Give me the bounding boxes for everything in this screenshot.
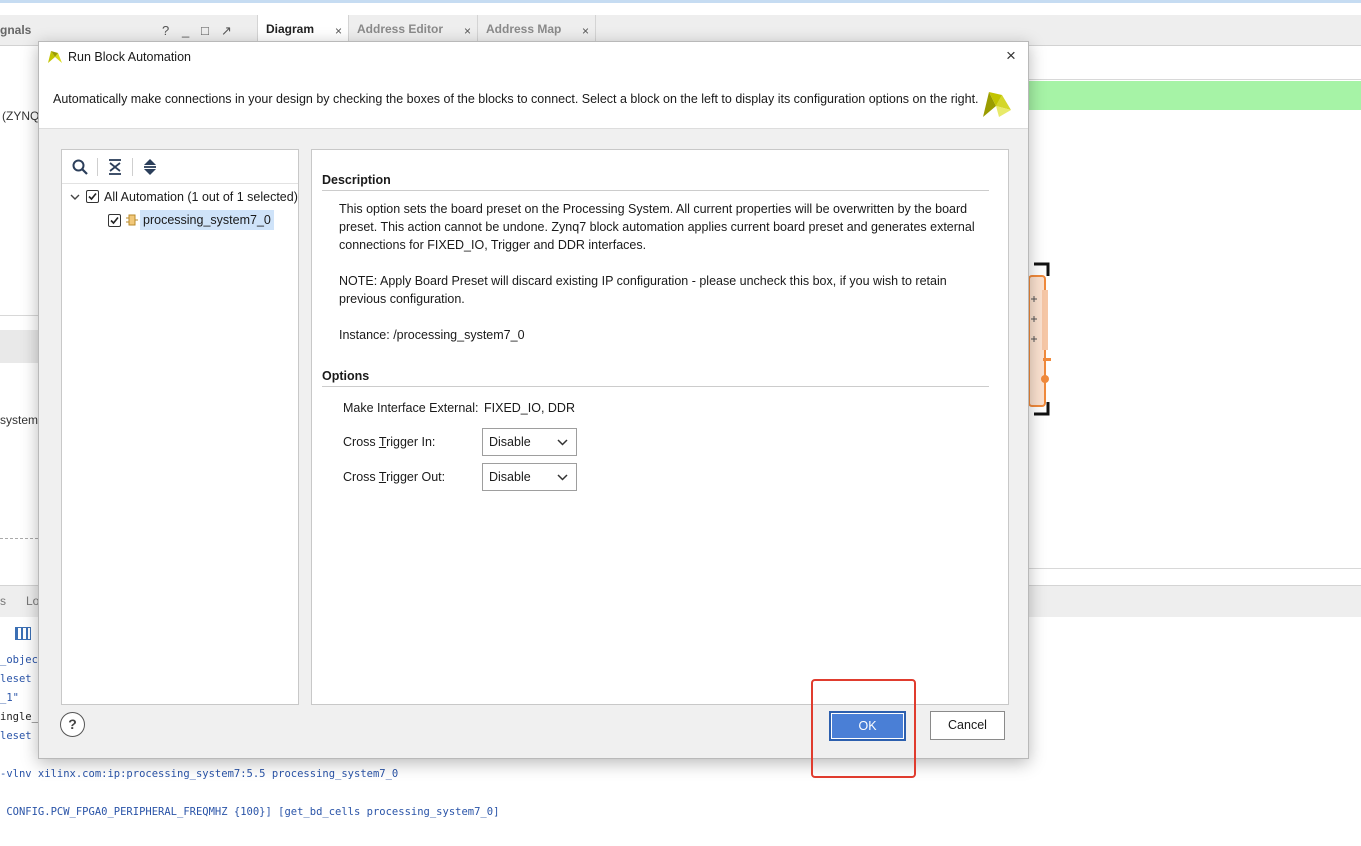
tab-diagram-close-icon[interactable]: × [335,24,342,38]
tab-tcl-console-fragment[interactable]: s [0,594,6,608]
dialog-titlebar: Run Block Automation × [39,42,1028,72]
ip-block-icon [126,214,138,226]
description-heading: Description [322,173,391,187]
description-note: NOTE: Apply Board Preset will discard ex… [339,274,947,306]
instance-path: Instance: /processing_system7_0 [339,328,525,342]
cross-trigger-in-value: Disable [489,435,531,449]
pane-help-button[interactable]: ? [162,23,169,38]
run-block-automation-dialog: Run Block Automation × Automatically mak… [38,41,1029,759]
options-heading: Options [322,369,370,383]
xilinx-logo-icon [48,51,62,63]
toolbar-divider [1029,79,1361,80]
chevron-down-icon [557,474,568,481]
console-line: CONFIG.PCW_FPGA0_PERIPHERAL_FREQMHZ {100… [0,806,500,818]
zynq-block-fragment: (ZYNQ [2,109,40,123]
cross-trigger-in-label: Cross Trigger In: [343,435,436,449]
tree-root-row[interactable]: All Automation (1 out of 1 selected) [62,186,298,208]
make-external-label: Make Interface External: [343,401,479,415]
dialog-title: Run Block Automation [68,50,191,64]
tab-diagram-label: Diagram [266,22,315,36]
cross-trigger-out-select[interactable]: Disable [482,463,577,491]
designer-assistance-banner[interactable] [1029,81,1361,110]
pane-divider-right [1029,568,1361,569]
description-divider [322,190,989,191]
pane-minimize-button[interactable]: _ [182,23,189,38]
tab-address-editor-label: Address Editor [357,22,444,36]
tab-address-editor-close-icon[interactable]: × [464,24,471,38]
console-columns-icon[interactable] [15,627,31,640]
chevron-down-icon[interactable] [70,192,80,202]
collapse-all-icon[interactable] [106,158,124,176]
dialog-header: Automatically make connections in your d… [39,72,1028,129]
toolbar-separator [132,158,133,176]
processing-system-label[interactable]: processing_system7_0 [140,210,274,230]
pane-float-button[interactable]: ↗ [221,23,232,39]
ok-button-highlight-annotation [811,679,916,778]
all-automation-checkbox[interactable] [86,190,99,203]
dashed-divider [0,538,38,539]
tab-address-map-label: Address Map [486,22,562,36]
tree-child-row[interactable]: processing_system7_0 [62,210,298,232]
pane-divider [0,315,38,316]
window-top-accent [0,0,1361,3]
cancel-button[interactable]: Cancel [930,711,1005,740]
all-automation-label: All Automation (1 out of 1 selected) [104,190,298,204]
tab-address-map-close-icon[interactable]: × [582,24,589,38]
chevron-down-icon [557,439,568,446]
close-button[interactable]: × [1000,45,1022,67]
processing-system-checkbox[interactable] [108,214,121,227]
properties-header-fragment [0,330,38,363]
cross-trigger-out-value: Disable [489,470,531,484]
cross-trigger-out-label: Cross Trigger Out: [343,470,446,484]
cross-trigger-in-select[interactable]: Disable [482,428,577,456]
console-line: -vlnv xilinx.com:ip:processing_system7:5… [0,768,399,780]
xilinx-logo-icon [983,92,1011,117]
expand-all-icon[interactable] [141,158,159,176]
console-line: _1" [0,692,19,704]
toolbar-separator [97,158,98,176]
automation-tree-panel: All Automation (1 out of 1 selected) pro… [61,149,299,705]
processing-system-block-icon[interactable] [1029,262,1051,416]
options-divider [322,386,989,387]
description-text: This option sets the board preset on the… [339,202,975,252]
search-icon[interactable] [71,158,89,176]
signals-pane-title: gnals [0,23,32,37]
header-description: Automatically make connections in your d… [53,92,979,106]
pane-maximize-button[interactable]: □ [201,23,209,38]
make-external-value: FIXED_IO, DDR [484,401,575,415]
help-button[interactable]: ? [60,712,85,737]
tree-toolbar [62,150,298,184]
configuration-panel: Description This option sets the board p… [311,149,1009,705]
